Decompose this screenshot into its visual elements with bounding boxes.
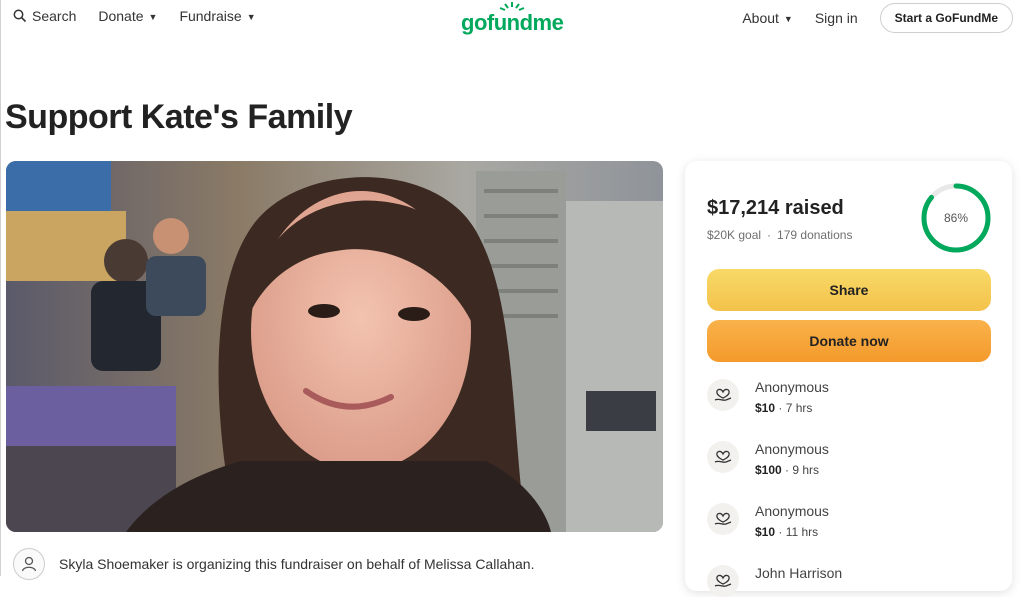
raised-amount: $17,214 raised (707, 197, 844, 219)
chevron-down-icon: ▼ (246, 12, 256, 22)
donor-name: Anonymous (755, 441, 829, 457)
goal-meta: $20K goal · 179 donations (707, 228, 852, 242)
donation-card: $17,214 raised $20K goal · 179 donations… (685, 161, 1012, 597)
donor-name: John Harrison (755, 565, 843, 581)
chevron-down-icon: ▼ (148, 12, 158, 22)
donation-list-item: John Harrison (707, 565, 842, 597)
meta-separator: · (767, 228, 772, 242)
heart-hand-icon (707, 503, 739, 535)
donor-amount-time: $10 · 11 hrs (755, 525, 829, 539)
signin-label: Sign in (814, 10, 858, 26)
progress-percent: 86% (943, 211, 969, 225)
top-navigation: Search Donate ▼ Fundraise ▼ gofundme Abo… (1, 0, 1024, 34)
fundraise-menu[interactable]: Fundraise ▼ (179, 8, 255, 24)
heart-hand-icon (707, 565, 739, 597)
user-icon (13, 548, 45, 580)
gofundme-logo[interactable]: gofundme (461, 2, 564, 35)
search-icon (13, 9, 27, 23)
fundraise-label: Fundraise (179, 8, 242, 24)
donor-amount-time: $10 · 7 hrs (755, 401, 829, 415)
heart-hand-icon (707, 379, 739, 411)
heart-hand-icon (707, 441, 739, 473)
donation-list-item: Anonymous $10 · 11 hrs (707, 503, 829, 539)
donate-label: Donate (98, 8, 144, 24)
signin-link[interactable]: Sign in (815, 10, 858, 26)
nav-left: Search Donate ▼ Fundraise ▼ (13, 8, 256, 24)
donor-amount-time: $100 · 9 hrs (755, 463, 829, 477)
start-gofundme-button[interactable]: Start a GoFundMe (879, 3, 1013, 33)
donate-now-button[interactable]: Donate now (707, 320, 991, 362)
page-title: Support Kate's Family (5, 98, 353, 136)
organizer-text: Skyla Shoemaker is organizing this fundr… (59, 556, 535, 572)
donor-amount: $100 (755, 463, 782, 477)
donation-list-item: Anonymous $10 · 7 hrs (707, 379, 829, 415)
donor-time: · 11 hrs (778, 525, 819, 539)
nav-right: About ▼ Sign in Start a GoFundMe (742, 3, 1013, 33)
donor-time: · 9 hrs (785, 463, 820, 477)
campaign-photo-image (6, 161, 663, 532)
donor-name: Anonymous (755, 503, 829, 519)
search-link[interactable]: Search (13, 8, 76, 24)
donor-time: · 7 hrs (778, 401, 813, 415)
about-label: About (742, 10, 779, 26)
goal-amount: $20K goal (707, 228, 762, 242)
share-button[interactable]: Share (707, 269, 991, 311)
logo-text: gofundme (461, 10, 564, 35)
about-menu[interactable]: About ▼ (742, 10, 793, 26)
donor-amount: $10 (755, 525, 776, 539)
donation-count: 179 donations (777, 228, 853, 242)
donate-menu[interactable]: Donate ▼ (98, 8, 157, 24)
search-label: Search (32, 8, 77, 24)
donor-name: Anonymous (755, 379, 829, 395)
chevron-down-icon: ▼ (783, 14, 793, 24)
donation-list-item: Anonymous $100 · 9 hrs (707, 441, 829, 477)
donor-amount: $10 (755, 401, 776, 415)
campaign-photo[interactable] (6, 161, 663, 532)
organizer-info: Skyla Shoemaker is organizing this fundr… (13, 548, 534, 580)
